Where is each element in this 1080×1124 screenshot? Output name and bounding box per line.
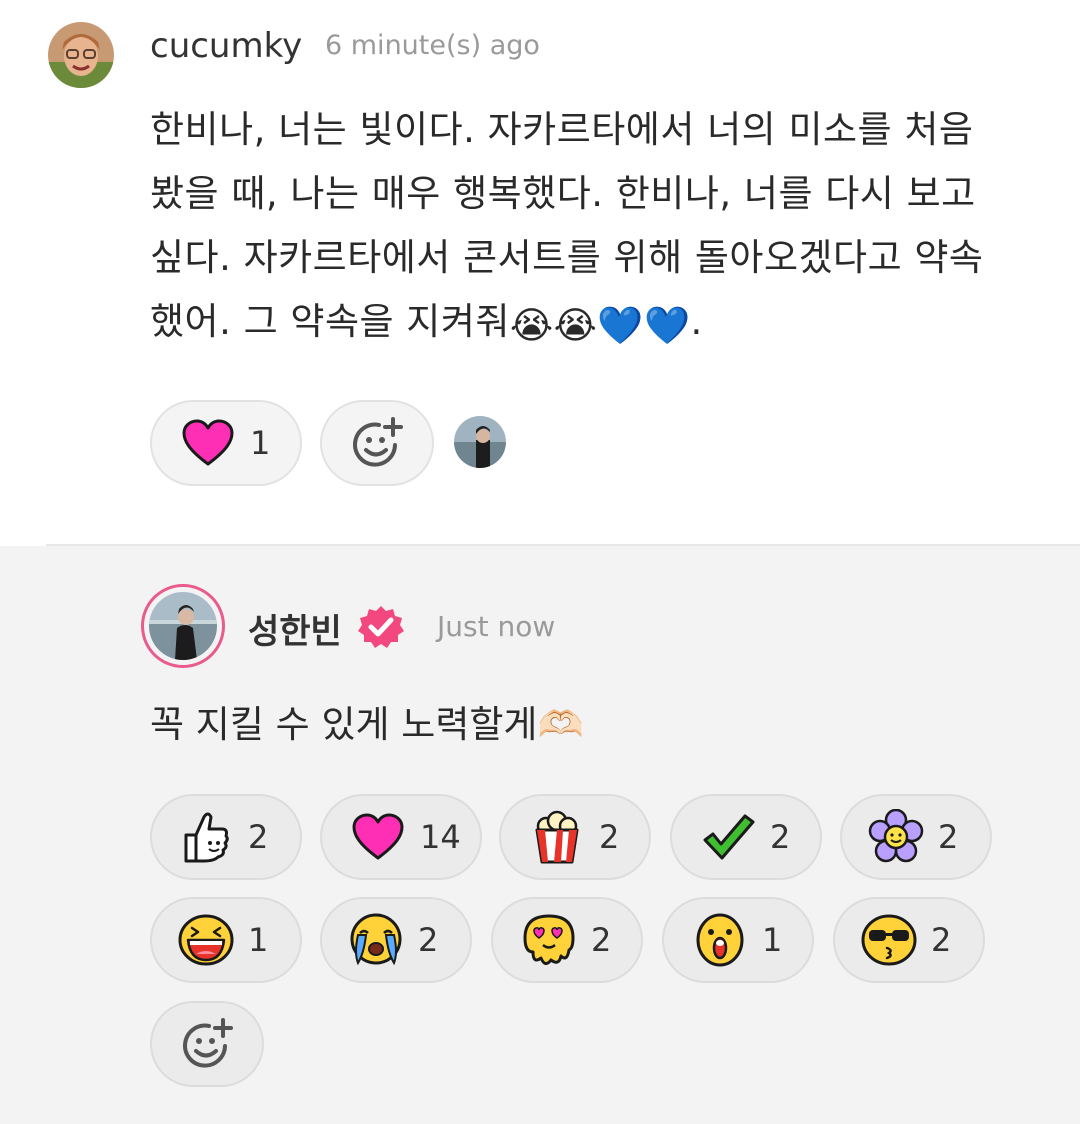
add-reaction-button[interactable]: [320, 400, 434, 486]
surprised-face-icon: [692, 912, 748, 968]
reaction-heart-eyes[interactable]: 2: [491, 897, 643, 983]
sunglasses-kiss-icon: [861, 912, 917, 968]
checkmark-icon: [700, 809, 756, 865]
reaction-count: 2: [770, 818, 791, 856]
artist-name[interactable]: 성한빈: [248, 604, 342, 653]
blue-heart-emoji-icon: 💙: [597, 304, 644, 347]
crying-emoji-icon: 😭: [553, 304, 598, 347]
reaction-count: 2: [248, 818, 269, 856]
popcorn-icon: [529, 809, 585, 865]
heart-icon: [350, 809, 406, 865]
crying-face-icon: [348, 912, 404, 968]
reaction-count: 2: [938, 818, 959, 856]
comment-text-line: 싶다. 자카르타에서 콘서트를 위해 돌아오겠다고 약속: [150, 236, 984, 279]
reply-timestamp: Just now: [437, 610, 556, 643]
reaction-count: 14: [420, 818, 461, 856]
reaction-heart[interactable]: 1: [150, 400, 302, 486]
comment-text-line: 했어. 그 약속을 지켜줘😭😭💙💙.: [150, 290, 1050, 358]
comment-text-line: 한비나, 너는 빛이다. 자카르타에서 너의 미소를 처음: [150, 108, 974, 151]
liked-by-artist-avatar[interactable]: [454, 416, 506, 468]
reaction-count: 1: [762, 921, 783, 959]
flower-icon: [868, 809, 924, 865]
reaction-thumbs-up[interactable]: 2: [150, 794, 302, 880]
add-emoji-icon: [349, 415, 405, 471]
reaction-checkmark[interactable]: 2: [670, 794, 822, 880]
add-emoji-icon: [179, 1016, 235, 1072]
comment-text-line: 봤을 때, 나는 매우 행복했다. 한비나, 너를 다시 보고: [150, 172, 976, 215]
user-avatar[interactable]: [48, 22, 114, 88]
laughing-face-icon: [178, 912, 234, 968]
reaction-count: 2: [418, 921, 439, 959]
reaction-popcorn[interactable]: 2: [499, 794, 651, 880]
artist-avatar[interactable]: [141, 584, 225, 668]
reaction-surprised[interactable]: 1: [662, 897, 814, 983]
reaction-crying[interactable]: 2: [320, 897, 472, 983]
reply-text: 꼭 지킬 수 있게 노력할게🫶🏻: [150, 703, 584, 746]
blue-heart-emoji-icon: 💙: [643, 304, 691, 347]
thumbs-up-icon: [178, 809, 234, 865]
reaction-flower[interactable]: 2: [840, 794, 992, 880]
reaction-heart[interactable]: 14: [320, 794, 482, 880]
add-reaction-button[interactable]: [150, 1001, 264, 1087]
fan-comment: cucumky 6 minute(s) ago 한비나, 너는 빛이다. 자카르…: [0, 0, 1080, 545]
reaction-cool-kiss[interactable]: 2: [833, 897, 985, 983]
heart-icon: [180, 415, 236, 471]
username[interactable]: cucumky: [150, 26, 302, 66]
reaction-laughing[interactable]: 1: [150, 897, 302, 983]
reaction-count: 1: [248, 921, 269, 959]
verified-badge-icon: [358, 604, 404, 650]
reaction-count: 2: [599, 818, 620, 856]
heart-eyes-melting-icon: [521, 912, 577, 968]
artist-reply: 성한빈 Just now 꼭 지킬 수 있게 노력할게🫶🏻 2 14 2 2 2…: [0, 546, 1080, 1124]
crying-emoji-icon: 😭: [509, 304, 554, 347]
reaction-count: 2: [931, 921, 952, 959]
reaction-count: 1: [250, 424, 271, 462]
comment-timestamp: 6 minute(s) ago: [325, 30, 540, 61]
comment-text: 한비나, 너는 빛이다. 자카르타에서 너의 미소를 처음 봤을 때, 나는 매…: [150, 98, 1050, 358]
reaction-count: 2: [591, 921, 612, 959]
